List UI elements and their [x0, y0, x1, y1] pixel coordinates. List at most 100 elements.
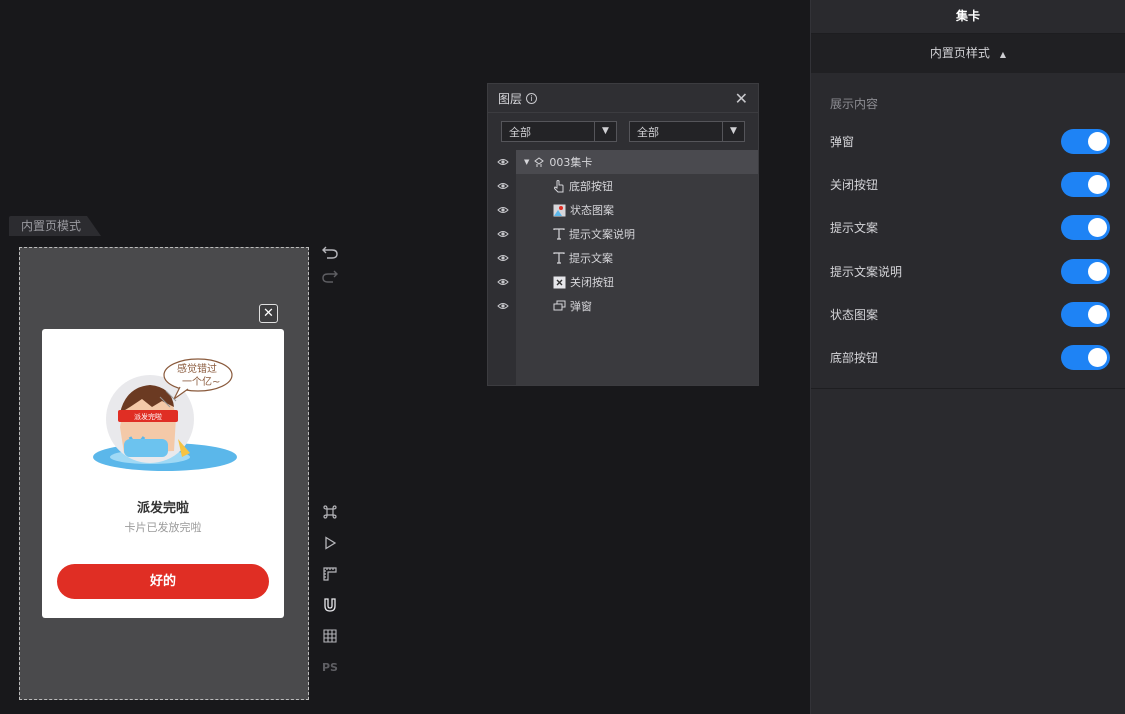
headband-text: 派发完啦	[134, 412, 162, 421]
toggle-label: 关闭按钮	[830, 177, 879, 192]
toggle-switch[interactable]	[1061, 128, 1110, 154]
toggle-switch[interactable]	[1061, 301, 1110, 327]
bubble-text-2: 一个亿~	[182, 375, 220, 388]
switch-knob	[1088, 304, 1107, 324]
filter-select-2-value: 全部	[637, 125, 659, 139]
toggle-label: 提示文案说明	[830, 264, 903, 279]
layer-label-group: 状态图案	[553, 202, 614, 218]
ps-icon[interactable]: PS	[320, 657, 340, 677]
layer-row[interactable]: 底部按钮	[488, 174, 758, 198]
toggle-row: 状态图案	[830, 301, 1110, 327]
switch-knob	[1088, 217, 1107, 237]
style-section-header[interactable]: 内置页样式 ▲	[811, 34, 1125, 73]
layers-header: 图层 i ✕	[488, 84, 758, 113]
toggle-label: 提示文案	[830, 220, 879, 235]
popup-card[interactable]: 派发完啦 感觉错过 一个亿~ 派发完啦 卡片已发放完啦 好的	[42, 329, 284, 618]
close-box-icon	[553, 276, 566, 288]
eye-icon[interactable]	[497, 276, 509, 288]
toggle-switch[interactable]	[1061, 258, 1110, 284]
filter-select-1-value: 全部	[509, 125, 531, 139]
canvas-tools: PS	[320, 502, 340, 677]
layer-label-group: 提示文案	[553, 250, 613, 266]
toggle-row: 弹窗	[830, 128, 1110, 154]
layer-row[interactable]: ▼ 003集卡	[488, 150, 758, 174]
layer-name: 关闭按钮	[570, 276, 614, 289]
undo-icon[interactable]	[320, 242, 340, 262]
close-icon[interactable]: ✕	[735, 89, 748, 108]
layers-title: 图层	[498, 91, 523, 106]
command-icon[interactable]	[320, 502, 340, 522]
layer-row[interactable]: 弹窗	[488, 294, 758, 318]
eye-icon[interactable]	[497, 300, 509, 312]
layer-name: 状态图案	[570, 204, 614, 217]
layer-row[interactable]: 提示文案	[488, 246, 758, 270]
mode-tab[interactable]: 内置页模式	[9, 216, 102, 236]
layer-row[interactable]: 关闭按钮	[488, 270, 758, 294]
image-icon	[553, 204, 566, 216]
layer-name: 弹窗	[570, 300, 592, 313]
layer-name: 003集卡	[549, 156, 593, 169]
switch-knob	[1088, 261, 1107, 281]
redo-icon[interactable]	[320, 266, 340, 286]
history-controls	[320, 242, 340, 286]
caret-down-icon[interactable]: ▼	[524, 158, 529, 166]
filter-select-2[interactable]: 全部 ▼	[629, 121, 745, 142]
display-content-label: 展示内容	[830, 97, 879, 111]
switch-knob	[1088, 347, 1107, 367]
toggle-row: 提示文案	[830, 214, 1110, 240]
panel-title: 集卡	[811, 0, 1125, 34]
chevron-down-icon: ▼	[594, 122, 616, 141]
eye-icon[interactable]	[497, 228, 509, 240]
popup-title[interactable]: 派发完啦	[42, 497, 284, 516]
properties-panel: 集卡 内置页样式 ▲ 展示内容 弹窗 关闭按钮 提示文案 提示文案说明 状态图案 …	[810, 0, 1125, 714]
toggle-row: 底部按钮	[830, 344, 1110, 370]
toggle-switch[interactable]	[1061, 214, 1110, 240]
switch-knob	[1088, 131, 1107, 151]
toggle-switch[interactable]	[1061, 171, 1110, 197]
layer-name: 提示文案	[569, 252, 613, 265]
text-icon	[553, 228, 565, 240]
toggle-switch[interactable]	[1061, 344, 1110, 370]
popup-close-button[interactable]: ✕	[259, 304, 278, 323]
magnet-icon[interactable]	[320, 595, 340, 615]
layer-name: 提示文案说明	[569, 228, 635, 241]
bubble-text-1: 感觉错过	[177, 362, 217, 375]
info-icon[interactable]: i	[526, 92, 538, 104]
layer-label-group: 弹窗	[553, 298, 592, 314]
ruler-icon[interactable]	[320, 564, 340, 584]
chevron-up-icon: ▲	[999, 50, 1007, 59]
layer-label-group: 关闭按钮	[553, 274, 614, 290]
layer-filters: 全部 ▼ 全部 ▼	[488, 113, 758, 148]
eye-icon[interactable]	[497, 156, 509, 168]
layer-tree: ▼ 003集卡 底部按钮 状态图案 提示文案说明 提示文案 关闭按钮 弹窗	[488, 150, 758, 385]
popup-desc[interactable]: 卡片已发放完啦	[42, 519, 284, 535]
layer-label-group: ▼ 003集卡	[524, 154, 592, 170]
hand-pointer-icon	[554, 179, 564, 192]
toggle-row: 提示文案说明	[830, 258, 1110, 284]
layer-label-group: 底部按钮	[553, 178, 613, 194]
grid-icon[interactable]	[320, 626, 340, 646]
toggle-row: 关闭按钮	[830, 171, 1110, 197]
switch-knob	[1088, 174, 1107, 194]
popup-confirm-button[interactable]: 好的	[57, 564, 269, 599]
layer-name: 底部按钮	[569, 180, 613, 193]
layer-row[interactable]: 状态图案	[488, 198, 758, 222]
ps-label: PS	[322, 660, 338, 674]
layer-row[interactable]: 提示文案说明	[488, 222, 758, 246]
toggle-label: 状态图案	[830, 307, 879, 322]
toggle-label: 弹窗	[830, 134, 855, 149]
style-section-title: 内置页样式	[929, 46, 990, 60]
toggle-label: 底部按钮	[830, 350, 879, 365]
eye-icon[interactable]	[497, 204, 509, 216]
status-illustration: 派发完啦 感觉错过 一个亿~	[93, 358, 237, 471]
layers-panel: 图层 i ✕ 全部 ▼ 全部 ▼ ▼ 003集卡 底部按钮 状态图案 提示文案说…	[487, 83, 759, 386]
eye-icon[interactable]	[497, 180, 509, 192]
chevron-down-icon: ▼	[722, 122, 744, 141]
filter-select-1[interactable]: 全部 ▼	[501, 121, 617, 142]
component-icon	[534, 157, 545, 167]
play-icon[interactable]	[320, 533, 340, 553]
layer-label-group: 提示文案说明	[553, 226, 635, 242]
layers-icon	[553, 300, 566, 311]
eye-icon[interactable]	[497, 252, 509, 264]
character-body	[124, 439, 168, 457]
